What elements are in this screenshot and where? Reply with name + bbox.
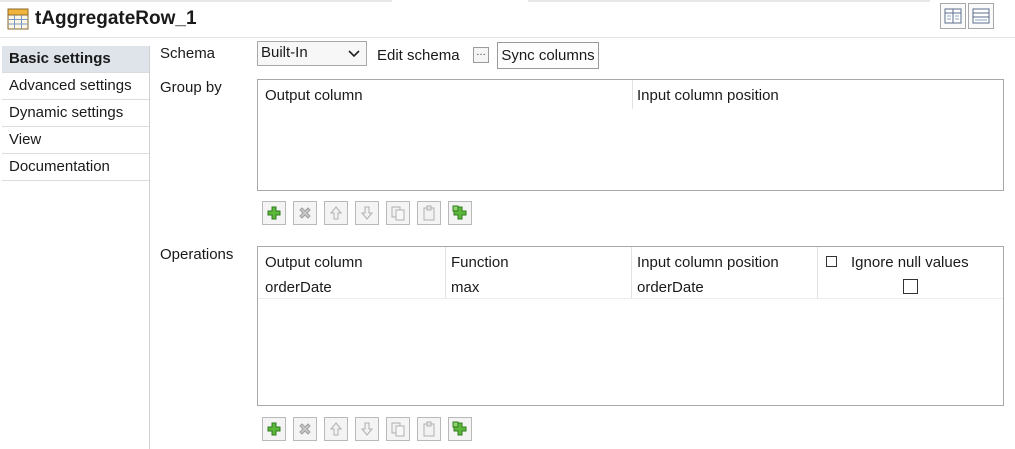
paste-icon: [418, 205, 440, 221]
duplicate-add-icon: [449, 421, 471, 437]
group-by-add-button[interactable]: [262, 201, 286, 225]
operations-cell-output-column[interactable]: orderDate: [265, 279, 332, 297]
schema-selected-value: Built-In: [261, 44, 308, 61]
schema-select[interactable]: Built-In: [257, 41, 367, 66]
nav-item-basic-settings[interactable]: Basic settings: [2, 46, 149, 73]
nav-item-advanced-settings[interactable]: Advanced settings: [2, 73, 149, 100]
group-by-header-output-column[interactable]: Output column: [265, 87, 363, 105]
group-by-paste-button[interactable]: [417, 201, 441, 225]
header-divider: [0, 37, 1015, 38]
operations-duplicate-add-button[interactable]: [448, 417, 472, 441]
operations-cell-input-column-position[interactable]: orderDate: [637, 279, 704, 297]
nav-item-view[interactable]: View: [2, 127, 149, 154]
split-view-button[interactable]: [940, 3, 966, 29]
component-grid-icon: [7, 8, 29, 30]
split-view-icon: [941, 7, 965, 25]
operations-move-up-button[interactable]: [324, 417, 348, 441]
group-by-move-up-button[interactable]: [324, 201, 348, 225]
copy-icon: [387, 205, 409, 221]
edit-schema-button[interactable]: …: [473, 47, 489, 63]
chevron-down-icon: [348, 45, 360, 67]
row-divider: [258, 298, 1003, 299]
add-icon: [263, 421, 285, 437]
move-down-icon: [356, 205, 378, 221]
column-separator: [631, 247, 632, 299]
operations-cell-function[interactable]: max: [451, 279, 479, 297]
operations-move-down-button[interactable]: [355, 417, 379, 441]
operations-add-button[interactable]: [262, 417, 286, 441]
remove-icon: [294, 421, 316, 437]
move-up-icon: [325, 205, 347, 221]
stacked-view-icon: [969, 7, 993, 25]
column-separator: [817, 247, 818, 299]
operations-header-function[interactable]: Function: [451, 254, 509, 272]
nav-item-dynamic-settings[interactable]: Dynamic settings: [2, 100, 149, 127]
operations-label: Operations: [160, 246, 234, 263]
group-by-table[interactable]: Output column Input column position: [257, 79, 1004, 191]
group-by-label: Group by: [160, 79, 222, 96]
nav-item-documentation[interactable]: Documentation: [2, 154, 149, 181]
operations-table[interactable]: Output column Function Input column posi…: [257, 246, 1004, 406]
operations-remove-button[interactable]: [293, 417, 317, 441]
group-by-remove-button[interactable]: [293, 201, 317, 225]
group-by-toolbar: [262, 201, 482, 227]
stacked-view-button[interactable]: [968, 3, 994, 29]
operations-header-ignore-null-values[interactable]: Ignore null values: [851, 254, 969, 272]
group-by-copy-button[interactable]: [386, 201, 410, 225]
add-icon: [263, 205, 285, 221]
header-tab-strip: [528, 0, 930, 2]
operations-header-input-column-position[interactable]: Input column position: [637, 254, 779, 272]
header-tab-strip: [0, 0, 392, 2]
operations-paste-button[interactable]: [417, 417, 441, 441]
column-separator: [632, 80, 633, 109]
sync-columns-button[interactable]: Sync columns: [497, 42, 599, 69]
schema-label: Schema: [160, 45, 216, 62]
ignore-null-select-all-checkbox[interactable]: [826, 256, 837, 267]
column-separator: [445, 247, 446, 299]
operations-toolbar: [262, 417, 482, 443]
operations-copy-button[interactable]: [386, 417, 410, 441]
group-by-move-down-button[interactable]: [355, 201, 379, 225]
component-title: tAggregateRow_1: [35, 8, 197, 29]
move-up-icon: [325, 421, 347, 437]
ignore-null-values-checkbox[interactable]: [903, 279, 918, 294]
move-down-icon: [356, 421, 378, 437]
group-by-header-input-column-position[interactable]: Input column position: [637, 87, 779, 105]
duplicate-add-icon: [449, 205, 471, 221]
operations-header-output-column[interactable]: Output column: [265, 254, 363, 272]
edit-schema-label: Edit schema: [377, 47, 460, 64]
remove-icon: [294, 205, 316, 221]
settings-nav: Basic settings Advanced settings Dynamic…: [0, 46, 150, 449]
paste-icon: [418, 421, 440, 437]
copy-icon: [387, 421, 409, 437]
group-by-duplicate-add-button[interactable]: [448, 201, 472, 225]
